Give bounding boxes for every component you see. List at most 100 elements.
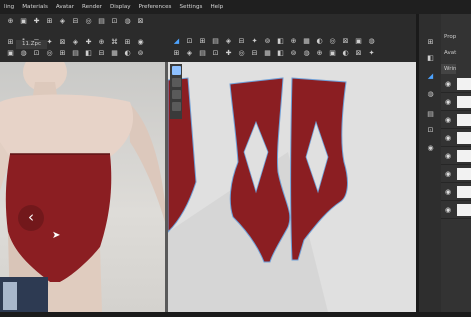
eye-icon[interactable]: ◉ <box>445 116 451 124</box>
toolbar-icon[interactable]: ▣ <box>6 49 15 58</box>
toolbar-icon[interactable]: ◐ <box>315 37 324 46</box>
toolbar-icon[interactable]: ◢ <box>426 72 435 81</box>
toolbar-icon[interactable]: ⊡ <box>110 17 119 26</box>
toolbar-icon[interactable]: ▤ <box>71 49 80 58</box>
toolbar-icon[interactable]: ◎ <box>328 37 337 46</box>
object-row[interactable]: ◉ <box>441 202 471 219</box>
toolbar-icon[interactable]: ⊕ <box>6 17 15 26</box>
toolbar-icon[interactable]: ⊚ <box>136 49 145 58</box>
toolbar-icon[interactable]: ◉ <box>136 38 145 47</box>
toolbar-icon[interactable]: ⊞ <box>172 49 181 58</box>
toolbar-icon[interactable]: ▣ <box>354 37 363 46</box>
viewport-2d[interactable] <box>168 62 416 312</box>
eye-icon[interactable]: ◉ <box>445 152 451 160</box>
toolbar-icon[interactable]: ▣ <box>328 49 337 58</box>
toolbar-icon[interactable]: ⊕ <box>97 38 106 47</box>
toolbar-icon[interactable]: ⊡ <box>32 49 41 58</box>
toolbar-icon[interactable]: ▤ <box>198 49 207 58</box>
left-arrow-icon[interactable]: ‹ <box>18 205 44 231</box>
toolbar-icon[interactable]: ◍ <box>367 37 376 46</box>
select-icon[interactable]: ◢ <box>172 37 181 46</box>
toolbar-icon[interactable]: ▤ <box>97 17 106 26</box>
menu-item-materials[interactable]: Materials <box>18 4 52 10</box>
tool-select[interactable] <box>171 66 181 75</box>
menu-item-avatar[interactable]: Avatar <box>52 4 78 10</box>
toolbar-icon[interactable]: ◈ <box>58 17 67 26</box>
eye-icon[interactable]: ◉ <box>445 170 451 178</box>
toolbar-icon[interactable]: ⊠ <box>341 37 350 46</box>
object-row[interactable]: ◉ <box>441 112 471 129</box>
toolbar-icon[interactable]: ▣ <box>19 17 28 26</box>
toolbar-icon[interactable]: ⊟ <box>71 17 80 26</box>
object-row[interactable]: ◉ <box>441 76 471 93</box>
menu-item-render[interactable]: Render <box>78 4 106 10</box>
tab-avatar[interactable]: Avat <box>441 48 456 58</box>
toolbar-icon[interactable]: ⊞ <box>6 38 15 47</box>
color-wheel-icon[interactable]: ◉ <box>426 144 435 153</box>
toolbar-icon[interactable]: ⊟ <box>237 37 246 46</box>
toolbar-icon[interactable]: ✦ <box>250 37 259 46</box>
toolbar-icon[interactable]: ⊡ <box>185 37 194 46</box>
toolbar-icon[interactable]: ◧ <box>84 49 93 58</box>
viewport-3d[interactable]: ‹ ➤ <box>0 62 165 312</box>
toolbar-icon[interactable]: ⊠ <box>58 38 67 47</box>
eye-icon[interactable]: ◉ <box>445 134 451 142</box>
toolbar-icon[interactable]: ✚ <box>32 17 41 26</box>
toolbar-icon[interactable]: ⊚ <box>263 37 272 46</box>
toolbar-icon[interactable]: ⊟ <box>97 49 106 58</box>
toolbar-icon[interactable]: ⌘ <box>110 38 119 47</box>
toolbar-icon[interactable]: ◐ <box>341 49 350 58</box>
toolbar-icon[interactable]: ▤ <box>426 110 435 119</box>
menu-item-preferences[interactable]: Preferences <box>135 4 176 10</box>
toolbar-icon[interactable]: ▦ <box>263 49 272 58</box>
tab-wrinkle[interactable]: Wrin <box>441 64 457 74</box>
object-row[interactable]: ◉ <box>441 94 471 111</box>
toolbar-icon[interactable]: ⊡ <box>211 49 220 58</box>
tool-avatar[interactable] <box>171 78 181 87</box>
toolbar-icon[interactable]: ✚ <box>224 49 233 58</box>
toolbar-icon[interactable]: ◍ <box>123 17 132 26</box>
toolbar-icon[interactable]: ✚ <box>84 38 93 47</box>
toolbar-icon[interactable]: ▤ <box>211 37 220 46</box>
menu-item-settings[interactable]: Settings <box>175 4 206 10</box>
toolbar-icon[interactable]: ⊞ <box>426 38 435 47</box>
toolbar-icon[interactable]: ⊞ <box>123 38 132 47</box>
toolbar-icon[interactable]: ◍ <box>426 90 435 99</box>
eye-icon[interactable]: ◉ <box>445 80 451 88</box>
menu-item-editing[interactable]: ling <box>0 4 18 10</box>
toolbar-icon[interactable]: ⊞ <box>198 37 207 46</box>
toolbar-icon[interactable]: ▦ <box>110 49 119 58</box>
toolbar-icon[interactable]: ⊚ <box>289 49 298 58</box>
toolbar-icon[interactable]: ◎ <box>45 49 54 58</box>
tool-fold[interactable] <box>171 90 181 99</box>
toolbar-icon[interactable]: ◧ <box>426 54 435 63</box>
toolbar-icon[interactable]: ◍ <box>19 49 28 58</box>
toolbar-icon[interactable]: ◈ <box>224 37 233 46</box>
toolbar-icon[interactable]: ◎ <box>84 17 93 26</box>
tool-pattern[interactable] <box>171 102 181 111</box>
menu-item-help[interactable]: Help <box>206 4 227 10</box>
toolbar-icon[interactable]: ◐ <box>123 49 132 58</box>
toolbar-icon[interactable]: ⊠ <box>354 49 363 58</box>
toolbar-icon[interactable]: ⊕ <box>315 49 324 58</box>
toolbar-icon[interactable]: ◧ <box>276 37 285 46</box>
tab-property[interactable]: Prop <box>441 32 456 42</box>
eye-icon[interactable]: ◉ <box>445 206 451 214</box>
menu-item-display[interactable]: Display <box>106 4 135 10</box>
toolbar-icon[interactable]: ⊞ <box>45 17 54 26</box>
toolbar-icon[interactable]: ⊕ <box>289 37 298 46</box>
toolbar-icon[interactable]: ⊡ <box>426 126 435 135</box>
object-row[interactable]: ◉ <box>441 130 471 147</box>
toolbar-icon[interactable]: ⊞ <box>58 49 67 58</box>
eye-icon[interactable]: ◉ <box>445 188 451 196</box>
eye-icon[interactable]: ◉ <box>445 98 451 106</box>
object-row[interactable]: ◉ <box>441 148 471 165</box>
tab-3d-file[interactable]: 11.Zpc <box>16 40 48 49</box>
object-row[interactable]: ◉ <box>441 166 471 183</box>
toolbar-icon[interactable]: ◈ <box>185 49 194 58</box>
toolbar-icon[interactable]: ◍ <box>302 49 311 58</box>
toolbar-icon[interactable]: ▦ <box>302 37 311 46</box>
toolbar-icon[interactable]: ◧ <box>276 49 285 58</box>
toolbar-icon[interactable]: ⊟ <box>250 49 259 58</box>
object-row[interactable]: ◉ <box>441 184 471 201</box>
